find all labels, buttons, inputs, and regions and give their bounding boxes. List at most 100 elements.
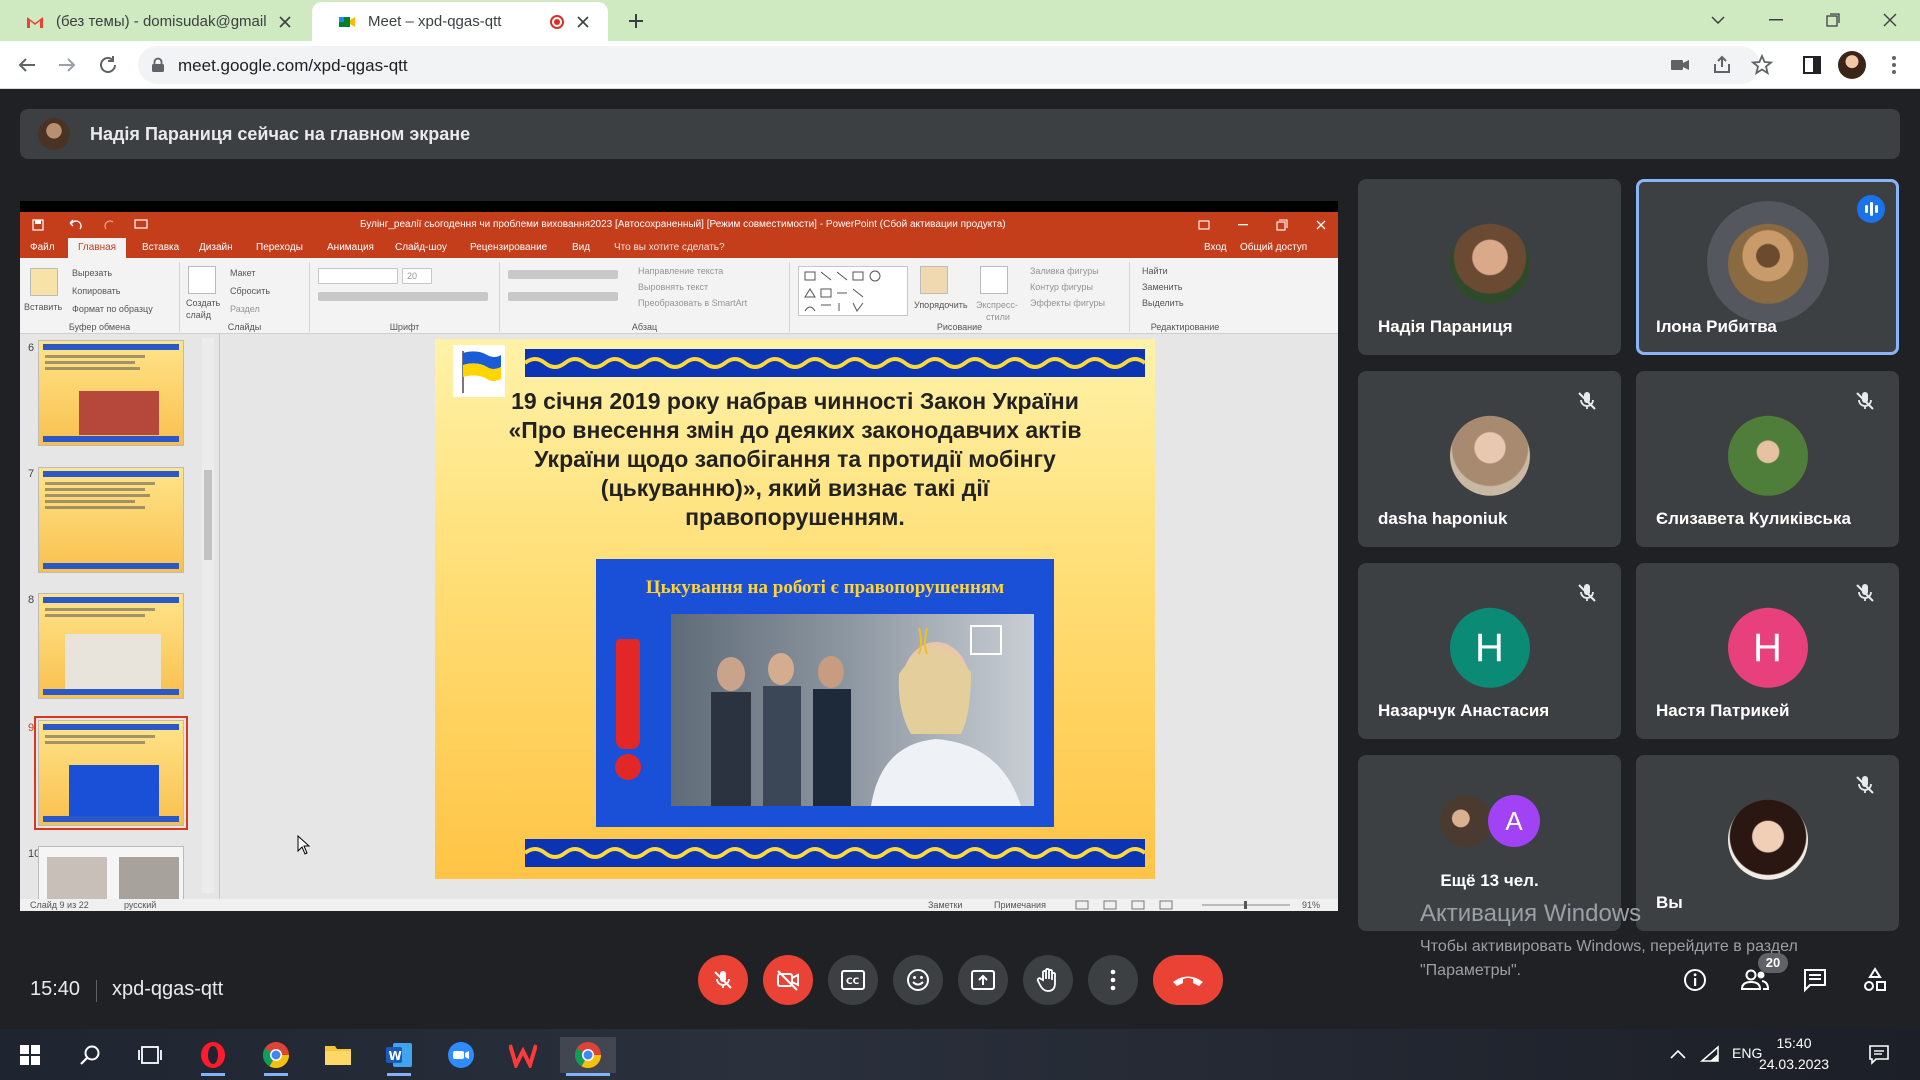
thumbnail-scrollbar[interactable]: [202, 338, 214, 893]
new-tab-icon[interactable]: [624, 9, 648, 33]
menu-design[interactable]: Дизайн: [199, 242, 233, 253]
reload-icon[interactable]: [96, 53, 120, 77]
tab-search-icon[interactable]: [1704, 6, 1732, 34]
menu-review[interactable]: Рецензирование: [470, 242, 547, 253]
align-buttons[interactable]: [508, 292, 618, 301]
taskbar-file-explorer[interactable]: [320, 1037, 356, 1073]
reactions-button[interactable]: [893, 955, 943, 1005]
find-button[interactable]: Найти: [1142, 266, 1168, 276]
arrange-button[interactable]: Упорядочить: [914, 300, 968, 310]
align-text-button[interactable]: Выровнять текст: [638, 282, 708, 292]
shape-fill-button[interactable]: Заливка фигуры: [1030, 266, 1099, 276]
start-button[interactable]: [12, 1037, 48, 1073]
mic-toggle-button[interactable]: [698, 955, 748, 1005]
menu-animation[interactable]: Анимация: [327, 242, 374, 253]
slideshow-icon[interactable]: [134, 219, 148, 231]
zoom-slider[interactable]: [1192, 901, 1300, 909]
profile-avatar[interactable]: [1838, 51, 1866, 79]
lock-icon[interactable]: [151, 57, 165, 73]
chat-button[interactable]: [1800, 965, 1830, 995]
more-options-button[interactable]: [1088, 955, 1138, 1005]
undo-icon[interactable]: [68, 219, 82, 231]
ppt-minimize-icon[interactable]: [1238, 224, 1248, 226]
menu-slideshow[interactable]: Слайд-шоу: [395, 242, 447, 253]
notes-button[interactable]: Заметки: [928, 900, 962, 910]
ribbon-display-icon[interactable]: [1198, 219, 1210, 231]
close-tab-icon[interactable]: [274, 11, 296, 33]
taskbar-chrome[interactable]: [258, 1037, 294, 1076]
participant-tile[interactable]: Н Назарчук Анастасия: [1358, 563, 1621, 739]
taskbar-zoom[interactable]: [443, 1037, 479, 1073]
participant-tile[interactable]: dasha haponiuk: [1358, 371, 1621, 547]
language-status[interactable]: русский: [124, 900, 156, 910]
shape-outline-button[interactable]: Контур фигуры: [1030, 282, 1093, 292]
ppt-restore-icon[interactable]: [1276, 219, 1288, 231]
paste-icon[interactable]: [30, 268, 58, 296]
maximize-icon[interactable]: [1819, 6, 1847, 34]
save-icon[interactable]: [32, 219, 44, 231]
camera-in-use-icon[interactable]: [1668, 53, 1692, 77]
menu-view[interactable]: Вид: [572, 242, 590, 253]
share-icon[interactable]: [1710, 53, 1734, 77]
menu-insert[interactable]: Вставка: [142, 242, 179, 253]
system-clock[interactable]: 15:40 24.03.2023: [1754, 1033, 1834, 1075]
wifi-icon[interactable]: [1700, 1045, 1720, 1063]
close-tab-icon[interactable]: [572, 11, 594, 33]
tab-meet[interactable]: Meet – xpd-qgas-qtt: [312, 2, 608, 41]
people-button[interactable]: [1740, 965, 1770, 995]
menu-file[interactable]: Файл: [30, 242, 55, 253]
notifications-icon[interactable]: [1868, 1043, 1890, 1065]
cut-button[interactable]: Вырезать: [72, 268, 112, 278]
quick-styles-icon[interactable]: [980, 266, 1008, 294]
section-button[interactable]: Раздел: [230, 304, 260, 314]
menu-signin[interactable]: Вход: [1204, 242, 1227, 253]
back-icon[interactable]: [15, 53, 39, 77]
taskbar-wps[interactable]: [505, 1037, 541, 1073]
participant-tile[interactable]: Надія Параниця: [1358, 179, 1621, 355]
list-buttons[interactable]: [508, 270, 618, 279]
tell-me-search[interactable]: Что вы хотите сделать?: [614, 242, 725, 253]
format-painter-button[interactable]: Формат по образцу: [72, 304, 153, 314]
menu-transitions[interactable]: Переходы: [256, 242, 303, 253]
raise-hand-button[interactable]: [1023, 955, 1073, 1005]
quick-styles-label[interactable]: Экспресс-: [976, 300, 1018, 310]
slide-thumbnail[interactable]: [38, 467, 184, 573]
slide-thumbnail[interactable]: [38, 593, 184, 699]
comments-button[interactable]: Примечания: [994, 900, 1046, 910]
side-panel-icon[interactable]: [1800, 53, 1824, 77]
shape-effects-button[interactable]: Эффекты фигуры: [1030, 298, 1105, 308]
replace-button[interactable]: Заменить: [1142, 282, 1182, 292]
present-button[interactable]: [958, 955, 1008, 1005]
forward-icon[interactable]: [55, 53, 79, 77]
paste-label[interactable]: Вставить: [24, 302, 62, 312]
search-button[interactable]: [72, 1037, 108, 1073]
redo-icon[interactable]: [104, 219, 116, 231]
meeting-details-button[interactable]: [1680, 965, 1710, 995]
participant-tile[interactable]: Єлизавета Куликівська: [1636, 371, 1899, 547]
task-view-button[interactable]: [132, 1037, 168, 1073]
slide-thumbnail[interactable]: [38, 340, 184, 446]
taskbar-word[interactable]: W: [381, 1037, 417, 1076]
reset-button[interactable]: Сбросить: [230, 286, 270, 296]
layout-button[interactable]: Макет: [230, 268, 255, 278]
camera-toggle-button[interactable]: [763, 955, 813, 1005]
new-slide-label2[interactable]: слайд: [186, 310, 211, 320]
new-slide-icon[interactable]: [188, 266, 216, 294]
close-window-icon[interactable]: [1876, 6, 1904, 34]
arrange-icon[interactable]: [920, 266, 948, 294]
zoom-level[interactable]: 91%: [1302, 900, 1320, 910]
participant-tile-speaking[interactable]: Ілона Рибитва: [1636, 179, 1899, 355]
leave-call-button[interactable]: [1153, 955, 1223, 1005]
menu-home[interactable]: Главная: [68, 238, 127, 258]
copy-button[interactable]: Копировать: [72, 286, 120, 296]
quick-styles-label2[interactable]: стили: [986, 312, 1010, 322]
select-button[interactable]: Выделить: [1142, 298, 1184, 308]
address-bar[interactable]: meet.google.com/xpd-qgas-qtt: [138, 46, 1774, 84]
taskbar-chrome-active[interactable]: [560, 1037, 616, 1076]
font-name-input[interactable]: [318, 268, 398, 284]
bookmark-star-icon[interactable]: [1750, 53, 1774, 77]
participant-tile[interactable]: Н Настя Патрикей: [1636, 563, 1899, 739]
captions-button[interactable]: CC: [828, 955, 878, 1005]
ppt-close-icon[interactable]: [1315, 219, 1327, 231]
new-slide-label[interactable]: Создать: [186, 298, 220, 308]
